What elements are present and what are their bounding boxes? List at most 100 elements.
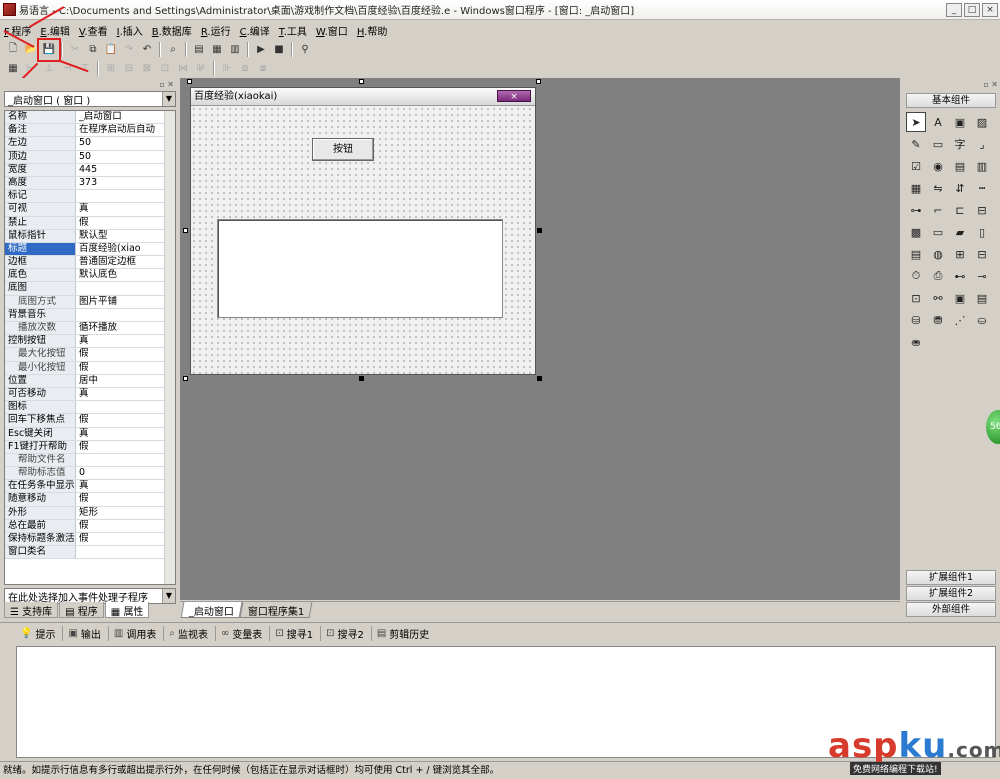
- tab-properties[interactable]: ▦ 属性: [104, 602, 150, 618]
- same-width-icon[interactable]: ⊠: [138, 60, 156, 77]
- property-value[interactable]: [76, 454, 175, 466]
- property-row[interactable]: 高度 373: [5, 176, 175, 191]
- property-value[interactable]: 0: [76, 467, 175, 479]
- same-height-icon[interactable]: ⊡: [156, 60, 174, 77]
- tab-clip-history[interactable]: ▤ 剪辑历史: [370, 626, 429, 641]
- property-row[interactable]: 窗口类名: [5, 546, 175, 560]
- grid-toggle-icon[interactable]: ▦: [4, 60, 22, 77]
- property-row[interactable]: 最大化按钮假: [5, 348, 175, 362]
- paste-icon[interactable]: 📋: [102, 41, 120, 58]
- resize-handle[interactable]: [183, 376, 188, 381]
- drive-icon[interactable]: ⊟: [972, 200, 992, 220]
- tab-search2[interactable]: ⊡ 搜寻2: [320, 626, 364, 641]
- property-value[interactable]: 循环播放: [76, 322, 175, 334]
- grid-layout-icon[interactable]: ▥: [226, 41, 244, 58]
- line-icon[interactable]: ⌟: [972, 134, 992, 154]
- link-icon[interactable]: ⊸: [972, 266, 992, 286]
- image-icon[interactable]: ▨: [972, 112, 992, 132]
- property-row[interactable]: 帮助标志值 0: [5, 467, 175, 481]
- menu-database[interactable]: B.数据库: [152, 23, 192, 38]
- property-scrollbar[interactable]: [164, 111, 175, 584]
- menu-program[interactable]: F.程序: [4, 23, 31, 38]
- property-value[interactable]: 445: [76, 164, 175, 176]
- property-value[interactable]: 真: [76, 335, 175, 347]
- tab-variables[interactable]: ∞ 变量表: [214, 626, 262, 641]
- window-icon[interactable]: ▣: [950, 288, 970, 308]
- property-value[interactable]: 普通固定边框: [76, 256, 175, 268]
- resize-handle[interactable]: [537, 376, 542, 381]
- database-icon[interactable]: ⛁: [906, 310, 926, 330]
- printer-icon[interactable]: ⎙: [928, 266, 948, 286]
- network-icon[interactable]: ⊞: [950, 244, 970, 264]
- property-value[interactable]: [76, 282, 175, 294]
- tab-program[interactable]: ▤ 程序: [59, 602, 104, 618]
- property-row[interactable]: 帮助文件名: [5, 453, 175, 468]
- property-row[interactable]: 随意移动假: [5, 493, 175, 507]
- text-icon[interactable]: 字: [950, 134, 970, 154]
- property-row[interactable]: 总在最前假: [5, 519, 175, 533]
- redo-icon[interactable]: ↷: [120, 41, 138, 58]
- property-row[interactable]: 背景音乐: [5, 308, 175, 322]
- close-button[interactable]: ×: [982, 2, 998, 17]
- odbc-link-icon[interactable]: ⛂: [906, 332, 926, 352]
- document-icon[interactable]: ▤: [972, 288, 992, 308]
- binoculars-icon[interactable]: ⚲: [296, 41, 314, 58]
- slider-icon[interactable]: ⊶: [906, 200, 926, 220]
- resize-handle[interactable]: [537, 228, 542, 233]
- property-value[interactable]: [76, 546, 175, 558]
- picture-box-icon[interactable]: ▣: [950, 112, 970, 132]
- property-row[interactable]: 可否移动真: [5, 387, 175, 402]
- property-value[interactable]: 假: [76, 493, 175, 505]
- run-icon[interactable]: ▶: [252, 41, 270, 58]
- tab-support-library[interactable]: ☰ 支持库: [4, 602, 59, 618]
- tab-hint[interactable]: 💡 提示: [20, 626, 55, 641]
- space-h-icon[interactable]: ⊯: [192, 60, 210, 77]
- resize-handle[interactable]: [359, 79, 364, 84]
- space-v-icon[interactable]: ⊪: [218, 60, 236, 77]
- menu-run[interactable]: R.运行: [201, 23, 231, 38]
- form-button[interactable]: 按钮: [312, 138, 374, 161]
- edit-box-icon[interactable]: ✎: [906, 134, 926, 154]
- menu-window[interactable]: W.窗口: [316, 23, 348, 38]
- find-icon[interactable]: ⌕: [164, 41, 182, 58]
- property-row[interactable]: 底色 默认底色: [5, 269, 175, 283]
- property-value[interactable]: 50: [76, 137, 175, 149]
- property-value[interactable]: 居中: [76, 375, 175, 387]
- property-row[interactable]: F1键打开帮助假: [5, 440, 175, 454]
- property-value[interactable]: 50: [76, 151, 175, 163]
- property-row[interactable]: 回车下移焦点假: [5, 414, 175, 428]
- property-value[interactable]: 百度经验(xiao: [76, 243, 175, 255]
- center-h-icon[interactable]: ⊞: [102, 60, 120, 77]
- port-icon[interactable]: ⊷: [950, 266, 970, 286]
- ext-components-2-button[interactable]: 扩展组件2: [906, 586, 996, 601]
- cut-icon[interactable]: ✂: [66, 41, 84, 58]
- property-value[interactable]: [76, 190, 175, 202]
- tab-control-icon[interactable]: ▦: [906, 178, 926, 198]
- minimize-button[interactable]: _: [946, 2, 962, 17]
- property-value[interactable]: 在程序启动后自动: [76, 124, 175, 136]
- center-v-icon[interactable]: ⊟: [120, 60, 138, 77]
- property-row[interactable]: 边框 普通固定边框: [5, 256, 175, 270]
- object-selector[interactable]: _启动窗口 ( 窗口 ) ▼: [4, 91, 176, 107]
- menu-help[interactable]: H.帮助: [357, 23, 388, 38]
- property-value[interactable]: 矩形: [76, 507, 175, 519]
- menu-compile[interactable]: C.编译: [240, 23, 270, 38]
- file-icon[interactable]: ▯: [972, 222, 992, 242]
- odbc-icon[interactable]: ⛀: [972, 310, 992, 330]
- checkbox-icon[interactable]: ☑: [906, 156, 926, 176]
- send-back-icon[interactable]: ⧇: [254, 60, 272, 77]
- property-row[interactable]: 最小化按钮假: [5, 361, 175, 375]
- server-icon[interactable]: ⊟: [972, 244, 992, 264]
- layout-icon[interactable]: ▤: [190, 41, 208, 58]
- property-row[interactable]: 禁止假: [5, 216, 175, 230]
- property-row[interactable]: 播放次数 循环播放: [5, 322, 175, 336]
- socket-icon[interactable]: ⊡: [906, 288, 926, 308]
- tab-watch[interactable]: ⌕ 监视表: [163, 626, 208, 641]
- tab-startup-window[interactable]: _启动窗口: [180, 602, 243, 618]
- property-value[interactable]: 真: [76, 203, 175, 215]
- property-row[interactable]: 在任务条中显示真: [5, 480, 175, 494]
- external-components-button[interactable]: 外部组件: [906, 602, 996, 617]
- same-size-icon[interactable]: ⋈: [174, 60, 192, 77]
- property-row[interactable]: 宽度 445: [5, 163, 175, 177]
- menu-view[interactable]: V.查看: [79, 23, 108, 38]
